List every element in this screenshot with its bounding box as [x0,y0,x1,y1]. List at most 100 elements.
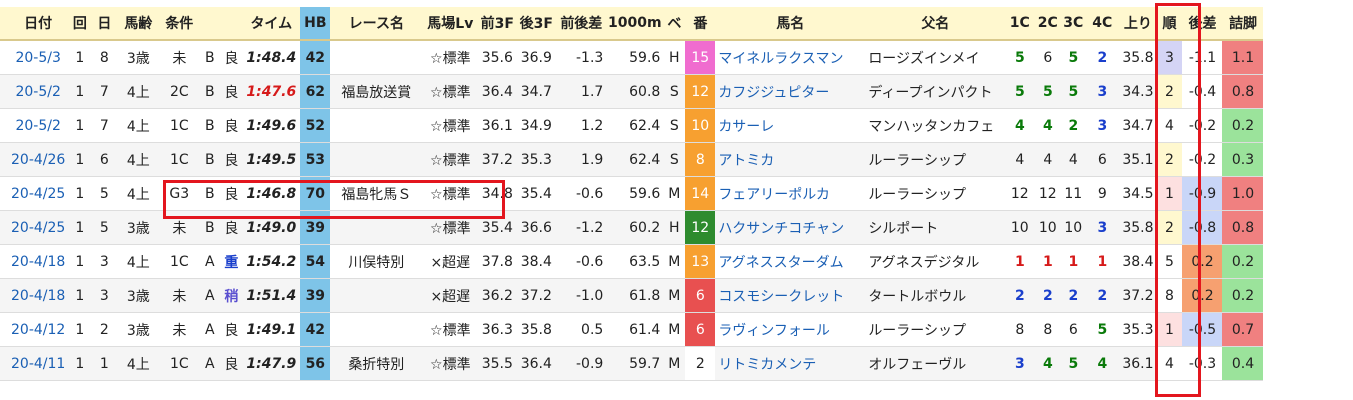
condition-cell: 未 [159,210,200,245]
baba-cell: 良 [220,312,243,347]
table-row[interactable]: 20-4/12 1 2 3歳未 A 良 1:49.1 42 ☆標準 36.3 35.8 0.5 61.4… [0,312,1264,347]
front3f-cell: 37.2 [478,142,517,177]
track-level-cell: ☆標準 [422,312,479,347]
col-1000m-header[interactable]: 1000m [606,7,664,41]
col-cond-header[interactable]: 条件 [159,7,200,41]
col-be-header[interactable]: ベ [663,7,686,41]
col-day-header[interactable]: 日 [91,7,118,41]
race-date-link[interactable]: 20-5/2 [8,74,69,109]
horse-name-link[interactable]: フェアリーポルカ [715,176,866,211]
col-kai-header[interactable]: 回 [68,7,92,41]
corner3-cell: 4 [1061,142,1086,177]
col-2c-header[interactable]: 2C [1034,7,1062,41]
col-gosa-header[interactable]: 後差 [1182,7,1223,41]
race-date-link[interactable]: 20-4/18 [8,244,69,279]
col-diff-header[interactable]: 前後差 [556,7,607,41]
corner1-cell: 5 [1005,74,1035,109]
corner4-cell-value: 2 [1097,49,1108,66]
col-lv-header[interactable]: 馬場Lv [422,7,479,41]
table-row[interactable]: 20-5/2 1 7 4上 2C B 良 1:47.6 62 福島放送賞 ☆標準 36.4 34.7 1.… [0,74,1264,109]
col-l3-header[interactable]: 後3F [516,7,557,41]
closing-cell: 0.2 [1222,244,1264,279]
col-baba-header[interactable] [220,7,243,41]
corner2-cell: 4 [1034,346,1062,381]
table-row[interactable]: 20-4/26 1 6 4上 1C B 良 1:49.5 53 ☆標準 37.2 35.3 1.9 62.… [0,142,1264,177]
corner2-cell: 4 [1034,108,1062,143]
gap-cell: -0.9 [1182,176,1223,211]
col-4c-header[interactable]: 4C [1085,7,1120,41]
col-ban-header[interactable]: 番 [685,7,716,41]
corner1-cell: 3 [1005,346,1035,381]
corner4-cell: 2 [1085,40,1120,75]
horse-name-link[interactable]: アグネススターダム [715,244,866,279]
row-marker [0,244,8,279]
table-row[interactable]: 20-5/3 1 8 3歳未 B 良 1:48.4 42 ☆標準 35.6 36.9 -1.3 59.6… [0,40,1264,75]
gap-cell: 0.2 [1182,244,1223,279]
col-class-header[interactable] [199,7,221,41]
race-date-link[interactable]: 20-4/25 [8,210,69,245]
race-date-link[interactable]: 20-4/18 [8,278,69,313]
condition-cell: 1C [159,142,200,177]
col-agari-header[interactable]: 上り [1119,7,1157,41]
table-row[interactable]: 20-4/11 1 1 4上 1C A 良 1:47.9 56 桑折特別 ☆標準 35.5 36.4 -0… [0,346,1264,381]
track-level-cell: ☆標準 [422,176,479,211]
horse-name-link[interactable]: ラヴィンフォール [715,312,866,347]
horse-name-link[interactable]: リトミカメンテ [715,346,866,381]
baba-cell: 稍 [220,278,243,313]
horse-name-link[interactable]: カサーレ [715,108,866,143]
col-race-header[interactable]: レース名 [330,7,423,41]
race-date-link[interactable]: 20-4/11 [8,346,69,381]
col-hb-header[interactable]: HB [300,7,331,41]
track-level-cell: ☆標準 [422,142,479,177]
closing-cell: 0.4 [1222,346,1264,381]
time-cell: 1:51.4 [242,278,301,313]
col-jun-header[interactable]: 順 [1156,7,1183,41]
diff-cell: -1.2 [556,210,607,245]
gap-cell: -0.8 [1182,210,1223,245]
col-time-header[interactable]: タイム [242,7,301,41]
col-tsume-header[interactable]: 詰脚 [1222,7,1264,41]
kai-cell: 1 [68,142,92,177]
diff-cell: -0.6 [556,244,607,279]
table-row[interactable]: 20-4/25 1 5 3歳未 B 良 1:49.0 39 ☆標準 35.4 36.6 -1.2 60.… [0,210,1264,245]
baba-cell: 良 [220,210,243,245]
baba-cell: 良 [220,74,243,109]
race-date-link[interactable]: 20-5/2 [8,108,69,143]
table-row[interactable]: 20-4/18 1 3 3歳未 A 稍 1:51.4 39 ×超遅 36.2 37.2 -1.0 61.… [0,278,1264,313]
baba-cell: 良 [220,346,243,381]
corner3-cell-value: 6 [1068,321,1078,338]
post-number-badge: 2 [685,346,716,381]
age-cell: 4上 [117,176,160,211]
track-level-cell: ☆標準 [422,108,479,143]
corner1-cell: 4 [1005,108,1035,143]
track-level-cell: ☆標準 [422,210,479,245]
col-3c-header[interactable]: 3C [1061,7,1086,41]
race-date-link[interactable]: 20-4/26 [8,142,69,177]
agari-cell: 34.3 [1119,74,1157,109]
col-horse-header[interactable]: 馬名 [715,7,866,41]
be-cell: S [663,108,686,143]
col-1c-header[interactable]: 1C [1005,7,1035,41]
horse-name-link[interactable]: カフジジュピター [715,74,866,109]
hb-cell: 39 [300,278,331,313]
col-marker-header[interactable]: ゛ [0,7,8,41]
horse-name-link[interactable]: ハクサンチコチャン [715,210,866,245]
horse-name-link[interactable]: コスモシークレット [715,278,866,313]
baba-cell: 良 [220,142,243,177]
table-row[interactable]: 20-4/18 1 3 4上 1C A 重 1:54.2 54 川俣特別 ×超遅 37.8 38.4 -0… [0,244,1264,279]
horse-name-link[interactable]: アトミカ [715,142,866,177]
table-row[interactable]: 20-5/2 1 7 4上 1C B 良 1:49.6 52 ☆標準 36.1 34.9 1.2 62.4… [0,108,1264,143]
day-cell: 5 [91,176,118,211]
col-age-header[interactable]: 馬齢 [117,7,160,41]
race-date-link[interactable]: 20-4/25 [8,176,69,211]
race-date-link[interactable]: 20-4/12 [8,312,69,347]
race-date-link[interactable]: 20-5/3 [8,40,69,75]
post-number-badge: 6 [685,312,716,347]
age-cell: 3歳 [117,40,160,75]
horse-name-link[interactable]: マイネルラクスマン [715,40,866,75]
table-row[interactable]: 20-4/25 1 5 4上 G3 B 良 1:46.8 70 福島牝馬Ｓ ☆標準 34.8 35.4-… [0,176,1264,211]
col-sire-header[interactable]: 父名 [865,7,1006,41]
corner2-cell: 4 [1034,142,1062,177]
col-f3-header[interactable]: 前3F [478,7,517,41]
col-date-header[interactable]: 日付 [8,7,69,41]
